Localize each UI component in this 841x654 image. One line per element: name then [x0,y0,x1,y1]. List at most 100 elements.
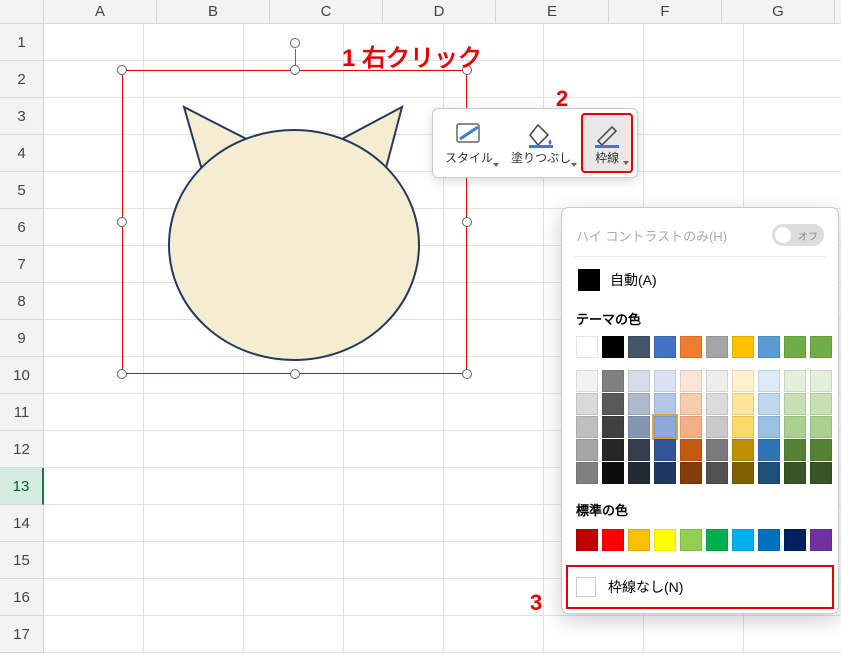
cell[interactable] [244,431,344,468]
cell[interactable] [444,542,544,579]
color-swatch[interactable] [654,336,676,358]
resize-handle-tm[interactable] [290,65,300,75]
cell[interactable] [344,579,444,616]
cell[interactable] [144,579,244,616]
cell[interactable] [444,431,544,468]
color-swatch[interactable] [758,336,780,358]
cell[interactable] [644,24,744,61]
cell[interactable] [744,135,841,172]
column-header[interactable]: H [835,0,841,24]
row-header[interactable]: 7 [0,246,44,283]
row-header[interactable]: 4 [0,135,44,172]
column-header[interactable]: B [157,0,270,24]
row-header[interactable]: 12 [0,431,44,468]
cell[interactable] [644,616,744,653]
color-swatch[interactable] [758,462,780,484]
cell[interactable] [144,542,244,579]
color-swatch[interactable] [784,439,806,461]
cell[interactable] [44,616,144,653]
color-swatch[interactable] [810,529,832,551]
color-swatch[interactable] [628,529,650,551]
cell[interactable] [244,394,344,431]
color-swatch[interactable] [576,416,598,438]
cell[interactable] [344,542,444,579]
cell[interactable] [444,616,544,653]
color-swatch[interactable] [706,336,728,358]
color-swatch[interactable] [654,370,676,392]
column-header[interactable]: F [609,0,722,24]
cell[interactable] [644,135,744,172]
resize-handle-br[interactable] [462,369,472,379]
color-swatch[interactable] [576,439,598,461]
color-swatch[interactable] [810,416,832,438]
color-swatch[interactable] [576,336,598,358]
cell[interactable] [644,172,744,209]
resize-handle-mr[interactable] [462,217,472,227]
cell[interactable] [544,24,644,61]
color-swatch[interactable] [732,439,754,461]
color-swatch[interactable] [784,370,806,392]
color-swatch[interactable] [784,416,806,438]
selected-shape-cat[interactable] [122,70,467,374]
resize-handle-bm[interactable] [290,369,300,379]
color-swatch[interactable] [706,370,728,392]
row-header[interactable]: 14 [0,505,44,542]
cell[interactable] [144,431,244,468]
row-header[interactable]: 8 [0,283,44,320]
color-swatch[interactable] [680,393,702,415]
color-swatch[interactable] [810,439,832,461]
column-header[interactable]: A [44,0,157,24]
fill-button[interactable]: 塗りつぶし [503,113,579,173]
color-swatch[interactable] [602,336,624,358]
cell[interactable] [244,616,344,653]
row-header[interactable]: 1 [0,24,44,61]
cell[interactable] [344,394,444,431]
color-swatch[interactable] [654,462,676,484]
color-swatch[interactable] [810,393,832,415]
cell[interactable] [244,579,344,616]
resize-handle-tl[interactable] [117,65,127,75]
row-header[interactable]: 3 [0,98,44,135]
color-swatch[interactable] [680,416,702,438]
row-header[interactable]: 9 [0,320,44,357]
row-header[interactable]: 16 [0,579,44,616]
select-all-corner[interactable] [0,0,44,24]
color-swatch[interactable] [602,439,624,461]
high-contrast-toggle[interactable]: オフ [772,224,824,246]
cell[interactable] [444,394,544,431]
cell[interactable] [644,61,744,98]
cell[interactable] [744,172,841,209]
no-outline-option[interactable]: 枠線なし(N) [566,565,834,609]
column-header[interactable]: C [270,0,383,24]
color-swatch[interactable] [732,336,754,358]
color-swatch[interactable] [732,416,754,438]
outline-button[interactable]: 枠線 [581,113,633,173]
rotate-handle[interactable] [290,38,300,48]
color-swatch[interactable] [602,416,624,438]
color-swatch[interactable] [576,393,598,415]
cell[interactable] [144,394,244,431]
row-header[interactable]: 13 [0,468,44,505]
cell[interactable] [744,98,841,135]
color-swatch[interactable] [628,393,650,415]
color-swatch[interactable] [680,370,702,392]
color-swatch[interactable] [654,393,676,415]
cell[interactable] [44,24,144,61]
resize-handle-ml[interactable] [117,217,127,227]
color-swatch[interactable] [706,529,728,551]
cell[interactable] [44,542,144,579]
color-swatch[interactable] [628,370,650,392]
cell[interactable] [344,616,444,653]
color-swatch[interactable] [706,416,728,438]
color-swatch[interactable] [628,462,650,484]
color-swatch[interactable] [628,416,650,438]
style-button[interactable]: スタイル [437,113,501,173]
cell[interactable] [344,505,444,542]
row-header[interactable]: 17 [0,616,44,653]
auto-color-row[interactable]: 自動(A) [574,257,826,303]
row-header[interactable]: 5 [0,172,44,209]
color-swatch[interactable] [758,529,780,551]
cell[interactable] [44,468,144,505]
color-swatch[interactable] [602,393,624,415]
row-header[interactable]: 6 [0,209,44,246]
